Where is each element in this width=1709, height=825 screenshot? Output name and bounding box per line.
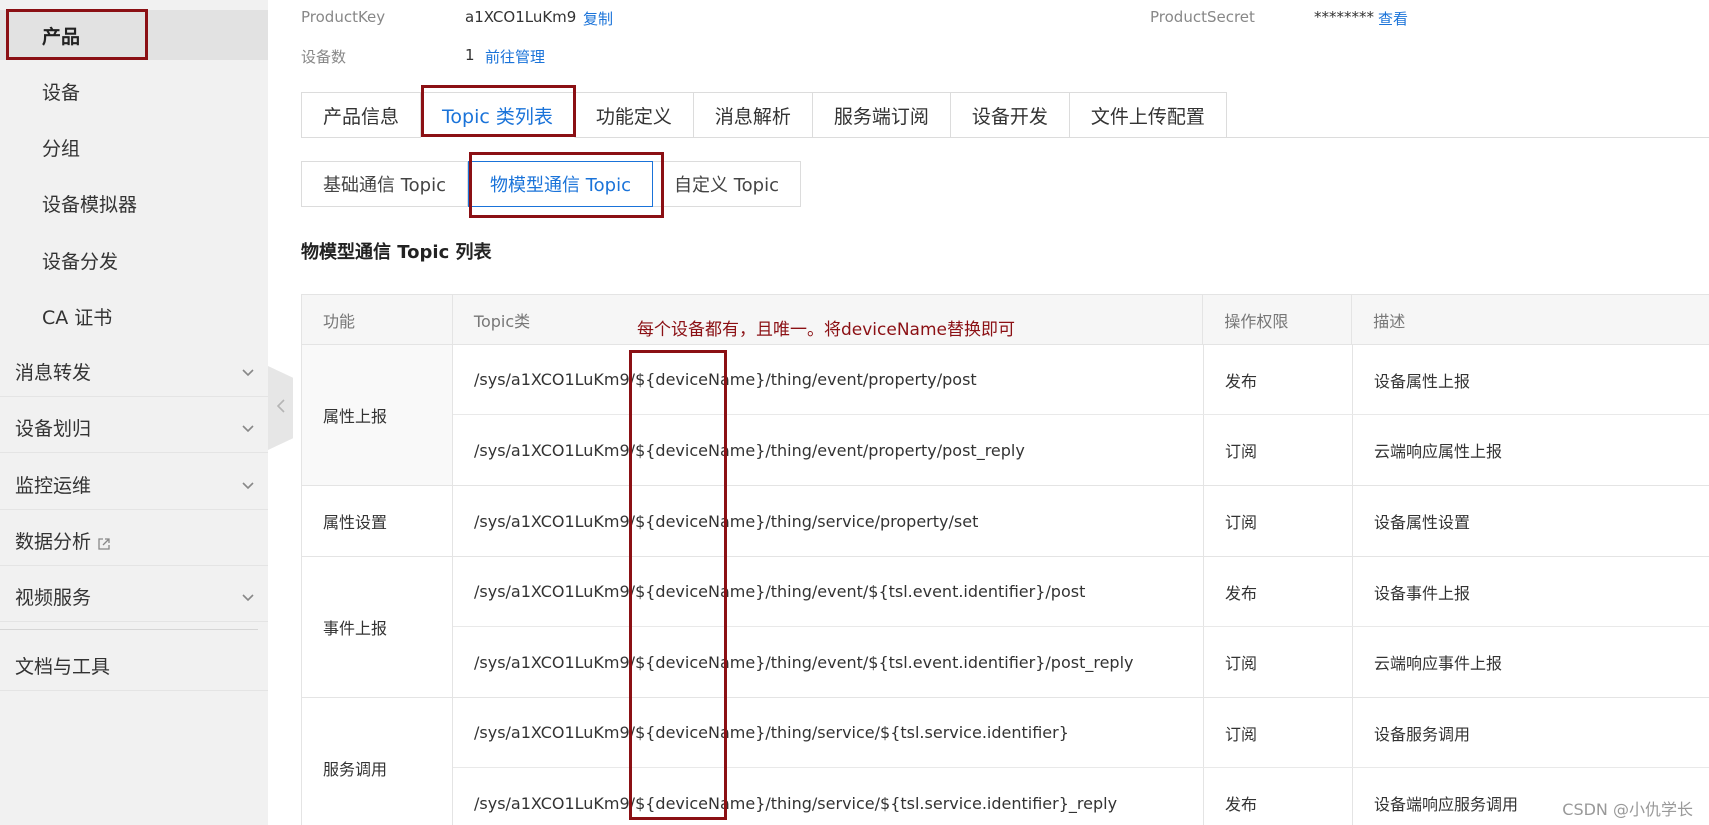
permission-cell: 发布: [1204, 345, 1353, 414]
table-row: /sys/a1XCO1LuKm9/${deviceName}/thing/eve…: [453, 557, 1709, 627]
permission-cell: 订阅: [1204, 627, 1353, 697]
product-key-label: ProductKey: [301, 8, 386, 26]
sidebar-item-device-simulator[interactable]: 设备模拟器: [0, 178, 268, 228]
function-cell: 属性上报: [302, 345, 453, 485]
description-cell: 设备属性设置: [1374, 513, 1471, 532]
sidebar-group-video-service[interactable]: 视频服务: [0, 572, 268, 622]
annotation-note: 每个设备都有，且唯一。将deviceName替换即可: [637, 320, 1015, 340]
description-cell: 云端响应属性上报: [1374, 442, 1503, 461]
tab-file-upload-config[interactable]: 文件上传配置: [1069, 92, 1227, 138]
chevron-down-icon: [242, 479, 254, 491]
permission-cell: 发布: [1204, 768, 1353, 825]
product-secret-label: ProductSecret: [1150, 8, 1255, 26]
section-title: 物模型通信 Topic 列表: [301, 242, 492, 263]
watermark: CSDN @小仇学长: [1562, 800, 1693, 819]
subtab-custom-topic[interactable]: 自定义 Topic: [653, 161, 801, 207]
tab-product-info[interactable]: 产品信息: [301, 92, 422, 138]
view-secret-link[interactable]: 查看: [1378, 8, 1408, 29]
sidebar-collapse-handle[interactable]: [268, 366, 293, 450]
topic-cell: /sys/a1XCO1LuKm9/${deviceName}/thing/eve…: [453, 627, 1204, 697]
sidebar-item-label: 分组: [42, 137, 81, 160]
tab-topic-list[interactable]: Topic 类列表: [421, 92, 575, 138]
device-count-value: 1: [465, 46, 475, 64]
description-cell: 云端响应事件上报: [1374, 654, 1503, 673]
sidebar-item-docs-tools[interactable]: 文档与工具: [0, 641, 268, 691]
table-row: /sys/a1XCO1LuKm9/${deviceName}/thing/ser…: [453, 486, 1709, 556]
sidebar-group-label: 监控运维: [15, 475, 92, 497]
external-link-icon: [97, 534, 111, 550]
chevron-down-icon: [242, 422, 254, 434]
sidebar: 产品 设备 分组 设备模拟器 设备分发 CA 证书 消息转发 设备划归 监控运维…: [0, 0, 268, 825]
table-group: 属性上报 /sys/a1XCO1LuKm9/${deviceName}/thin…: [302, 345, 1709, 486]
topic-cell: /sys/a1XCO1LuKm9/${deviceName}/thing/ser…: [453, 698, 1204, 767]
sidebar-item-label: 设备: [42, 81, 81, 104]
product-secret-value: ********: [1314, 8, 1374, 26]
topic-subtabs: 基础通信 Topic 物模型通信 Topic 自定义 Topic: [301, 161, 801, 207]
topic-cell: /sys/a1XCO1LuKm9/${deviceName}/thing/eve…: [453, 345, 1204, 414]
function-cell: 服务调用: [302, 698, 453, 825]
sidebar-item-label: CA 证书: [42, 306, 113, 329]
topic-cell: /sys/a1XCO1LuKm9/${deviceName}/thing/eve…: [453, 415, 1204, 485]
sidebar-group-label: 设备划归: [15, 418, 92, 440]
function-cell: 属性设置: [302, 486, 453, 556]
sidebar-divider: [0, 629, 258, 630]
sidebar-group-device-assignment[interactable]: 设备划归: [0, 403, 268, 453]
sidebar-item-label: 设备分发: [42, 250, 119, 273]
tab-feature-definition[interactable]: 功能定义: [574, 92, 694, 138]
sidebar-item-device[interactable]: 设备: [0, 66, 268, 116]
tabs-divider: [1227, 137, 1709, 138]
chevron-down-icon: [242, 591, 254, 603]
sidebar-item-label: 产品: [42, 25, 81, 48]
sidebar-item-device-distribution[interactable]: 设备分发: [0, 235, 268, 285]
topic-cell: /sys/a1XCO1LuKm9/${deviceName}/thing/eve…: [453, 557, 1204, 626]
copy-link[interactable]: 复制: [583, 8, 613, 29]
sidebar-item-label: 文档与工具: [15, 656, 111, 678]
product-tabs: 产品信息 Topic 类列表 功能定义 消息解析 服务端订阅 设备开发 文件上传…: [301, 92, 1227, 138]
chevron-down-icon: [242, 366, 254, 378]
description-cell: 设备事件上报: [1374, 583, 1471, 603]
product-key-value: a1XCO1LuKm9: [465, 8, 577, 26]
table-row: /sys/a1XCO1LuKm9/${deviceName}/thing/eve…: [453, 415, 1709, 485]
sidebar-group-data-analysis[interactable]: 数据分析: [0, 516, 268, 566]
permission-cell: 订阅: [1204, 486, 1353, 556]
sidebar-group-monitoring[interactable]: 监控运维: [0, 460, 268, 510]
sidebar-item-group[interactable]: 分组: [0, 122, 268, 172]
permission-cell: 发布: [1204, 557, 1353, 626]
permission-cell: 订阅: [1204, 415, 1353, 485]
sidebar-group-label: 消息转发: [15, 362, 92, 384]
table-group: 事件上报 /sys/a1XCO1LuKm9/${deviceName}/thin…: [302, 557, 1709, 698]
table-row: /sys/a1XCO1LuKm9/${deviceName}/thing/ser…: [453, 768, 1709, 825]
sidebar-item-product[interactable]: 产品: [0, 10, 268, 60]
sidebar-group-label: 视频服务: [15, 587, 92, 609]
topic-table: 功能 Topic类 操作权限 描述 属性上报 /sys/a1XCO1LuKm9/…: [301, 294, 1709, 825]
sidebar-group-message-forwarding[interactable]: 消息转发: [0, 347, 268, 397]
column-header-function: 功能: [302, 295, 453, 344]
description-cell: 设备服务调用: [1374, 724, 1471, 744]
table-row: /sys/a1XCO1LuKm9/${deviceName}/thing/eve…: [453, 345, 1709, 415]
column-header-description: 描述: [1373, 311, 1406, 331]
manage-devices-link[interactable]: 前往管理: [485, 46, 545, 67]
topic-cell: /sys/a1XCO1LuKm9/${deviceName}/thing/ser…: [453, 486, 1204, 556]
device-count-label: 设备数: [301, 48, 347, 66]
sidebar-item-label: 设备模拟器: [42, 193, 138, 216]
tab-message-parsing[interactable]: 消息解析: [693, 92, 813, 138]
sidebar-group-label: 数据分析: [15, 531, 92, 553]
table-group: 属性设置 /sys/a1XCO1LuKm9/${deviceName}/thin…: [302, 486, 1709, 557]
table-row: /sys/a1XCO1LuKm9/${deviceName}/thing/eve…: [453, 627, 1709, 697]
subtab-tsl-topic[interactable]: 物模型通信 Topic: [468, 161, 653, 207]
sidebar-item-ca-certificate[interactable]: CA 证书: [0, 291, 268, 341]
subtab-basic-topic[interactable]: 基础通信 Topic: [301, 161, 468, 207]
table-group: 服务调用 /sys/a1XCO1LuKm9/${deviceName}/thin…: [302, 698, 1709, 825]
description-cell: 设备属性上报: [1374, 371, 1471, 391]
topic-cell: /sys/a1XCO1LuKm9/${deviceName}/thing/ser…: [453, 768, 1204, 825]
tab-server-subscription[interactable]: 服务端订阅: [812, 92, 951, 138]
table-row: /sys/a1XCO1LuKm9/${deviceName}/thing/ser…: [453, 698, 1709, 768]
permission-cell: 订阅: [1204, 698, 1353, 767]
function-cell: 事件上报: [302, 557, 453, 697]
column-header-permission: 操作权限: [1203, 295, 1353, 344]
tab-device-development[interactable]: 设备开发: [950, 92, 1070, 138]
chevron-left-icon: [276, 398, 286, 418]
